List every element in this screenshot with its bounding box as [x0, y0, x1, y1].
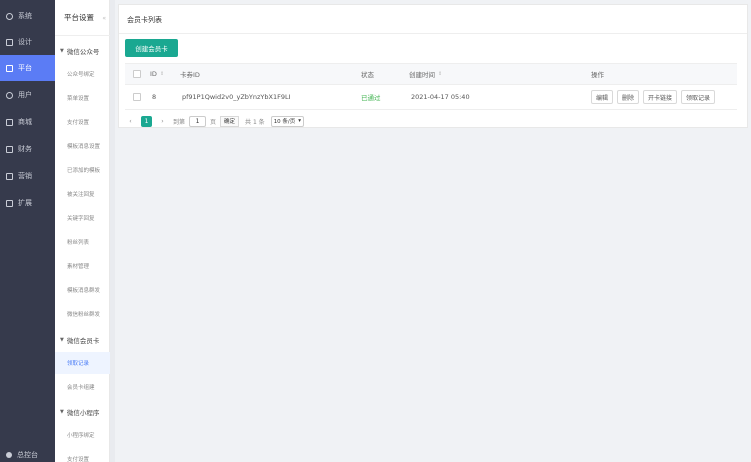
sub-item-menu-settings[interactable]: 菜单设置 [55, 87, 110, 109]
page-unit-label: 页 [210, 118, 217, 126]
sub-item-keyword-reply[interactable]: 关键字回复 [55, 207, 110, 229]
chevron-down-icon: ▾ [298, 118, 302, 124]
goto-page-input[interactable] [189, 115, 207, 127]
card-link-button[interactable]: 开卡链接 [643, 90, 678, 104]
console-icon [6, 452, 12, 458]
col-header-status: 状态 [361, 71, 374, 79]
sub-item-material[interactable]: 素材管理 [55, 255, 110, 277]
cell-created: 2021-04-17 05:40 [411, 93, 470, 101]
table-header: ID ⇕ 卡券ID 状态 创建时间 ⇕ 操作 [125, 63, 737, 85]
card-list-card: 会员卡列表 创建会员卡 ID ⇕ 卡券ID 状态 创建时间 ⇕ 操作 8 pf91P… [118, 4, 748, 128]
finance-icon [6, 145, 13, 153]
marketing-icon [6, 172, 13, 180]
nav-item-system[interactable]: 系统 [0, 3, 55, 29]
sub-item-added-templates[interactable]: 已添加的模板 [55, 159, 110, 181]
nav-item-store[interactable]: 商城 [0, 109, 55, 135]
goto-label: 到第 [173, 118, 186, 126]
sub-item-follow-reply[interactable]: 被关注回复 [55, 183, 110, 205]
page-1-button[interactable]: 1 [141, 115, 152, 127]
prev-page-icon[interactable]: ‹ [125, 116, 136, 127]
page-size-select[interactable]: 10 条/页 ▾ [270, 115, 305, 127]
sub-item-fans-mass[interactable]: 微信粉丝群发 [55, 303, 110, 325]
group-wechat-card[interactable]: ▼ 微信会员卡 [55, 333, 110, 347]
primary-sidebar: 系统 设计 平台 用户 商城 财务 营销 扩展 总控台 [0, 0, 55, 462]
design-icon [6, 38, 13, 46]
page-title: 会员卡列表 [127, 16, 162, 24]
group-wechat-official[interactable]: ▼ 微信公众号 [55, 44, 110, 58]
sub-item-fans-list[interactable]: 粉丝列表 [55, 231, 110, 253]
sub-item-pay-settings[interactable]: 支付设置 [55, 111, 110, 133]
next-page-icon[interactable]: › [157, 116, 168, 127]
store-icon [6, 118, 13, 126]
row-checkbox[interactable] [133, 85, 141, 109]
row-actions: 编辑 删除 开卡链接 领取记录 [591, 85, 716, 109]
caret-down-icon: ▼ [60, 409, 64, 415]
collapse-icon[interactable]: « [102, 15, 106, 22]
nav-item-extension[interactable]: 扩展 [0, 190, 55, 216]
sub-item-miniprogram-binding[interactable]: 小程序绑定 [55, 424, 110, 446]
checkbox-icon [133, 93, 141, 101]
gear-icon [6, 12, 13, 20]
caret-down-icon: ▼ [60, 337, 64, 343]
sub-item-account-binding[interactable]: 公众号绑定 [55, 63, 110, 85]
nav-item-platform[interactable]: 平台 [0, 55, 55, 81]
platform-icon [6, 64, 13, 72]
sub-item-claim-records[interactable]: 领取记录 [55, 352, 110, 374]
table-row: 8 pf91P1Qwid2v0_yZbYnzYbX1F9LI 已通过 2021-… [125, 85, 737, 110]
sort-icon: ⇕ [438, 71, 443, 77]
caret-down-icon: ▼ [60, 48, 64, 54]
divider [119, 33, 747, 34]
sort-icon: ⇕ [159, 71, 165, 77]
extension-icon [6, 199, 13, 207]
total-count: 共 1 条 [245, 118, 265, 126]
cell-card-id: pf91P1Qwid2v0_yZbYnzYbX1F9LI [182, 93, 291, 101]
main-panel: 会员卡列表 创建会员卡 ID ⇕ 卡券ID 状态 创建时间 ⇕ 操作 8 pf91P… [115, 0, 751, 462]
col-header-card-id: 卡券ID [180, 71, 200, 79]
user-icon [6, 91, 13, 99]
checkbox-icon [133, 70, 141, 78]
col-header-created[interactable]: 创建时间 ⇕ [409, 64, 442, 84]
col-header-actions: 操作 [591, 71, 604, 79]
create-card-button[interactable]: 创建会员卡 [125, 39, 178, 57]
sub-item-miniprogram-pay[interactable]: 支付设置 [55, 448, 110, 462]
sub-sidebar-title: 平台设置 « [55, 0, 110, 36]
sub-item-template-mass[interactable]: 模板消息群发 [55, 279, 110, 301]
claim-records-button[interactable]: 领取记录 [681, 90, 716, 104]
nav-item-user[interactable]: 用户 [0, 82, 55, 108]
select-all-checkbox[interactable] [133, 64, 141, 84]
pagination: ‹ 1 › 到第 页 确定 共 1 条 10 条/页▾ [125, 115, 305, 127]
sub-item-card-components[interactable]: 会员卡组建 [55, 376, 110, 398]
goto-confirm-button[interactable]: 确定 [220, 115, 240, 127]
status-badge: 已通过 [361, 94, 381, 102]
nav-console[interactable]: 总控台 [0, 448, 55, 462]
delete-button[interactable]: 删除 [617, 90, 640, 104]
col-header-id[interactable]: ID ⇕ [150, 64, 164, 84]
sub-item-template-settings[interactable]: 模板消息设置 [55, 135, 110, 157]
edit-button[interactable]: 编辑 [591, 90, 614, 104]
secondary-sidebar: 平台设置 « ▼ 微信公众号 公众号绑定 菜单设置 支付设置 模板消息设置 已添加的… [55, 0, 110, 462]
nav-item-finance[interactable]: 财务 [0, 136, 55, 162]
nav-item-marketing[interactable]: 营销 [0, 163, 55, 189]
group-wechat-miniprogram[interactable]: ▼ 微信小程序 [55, 405, 110, 419]
nav-item-design[interactable]: 设计 [0, 29, 55, 55]
cell-id: 8 [152, 93, 157, 101]
